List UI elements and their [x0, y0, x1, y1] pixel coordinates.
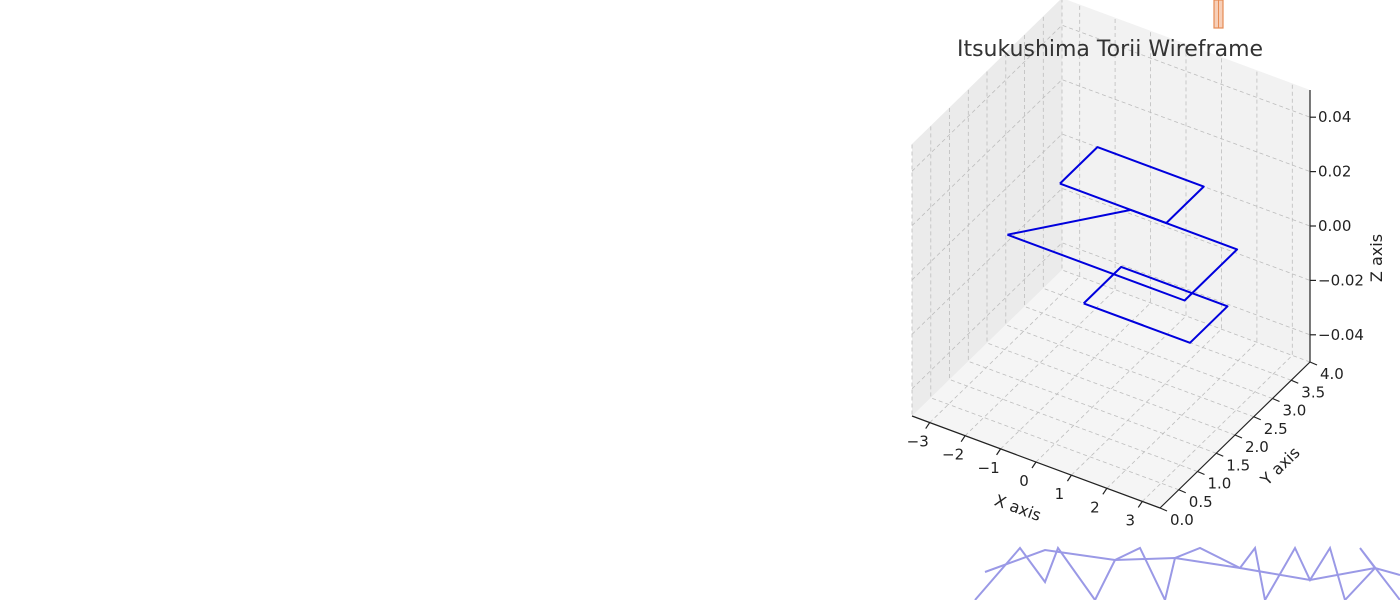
y-tick-label-6: 3.0 — [1283, 402, 1307, 420]
x-tick-5 — [1102, 487, 1108, 495]
x-tick-1 — [960, 435, 966, 443]
x-tick-label-1: −2 — [942, 446, 964, 464]
x-tick-label-3: 0 — [1019, 472, 1029, 490]
y-tick-5 — [1253, 416, 1261, 421]
x-tick-6 — [1137, 501, 1143, 508]
y-tick-2 — [1197, 470, 1205, 476]
y-tick-6 — [1272, 397, 1280, 403]
y-tick-8 — [1309, 361, 1318, 366]
x-tick-label-6: 3 — [1126, 511, 1136, 529]
y-tick-label-1: 0.5 — [1189, 493, 1213, 511]
x-axis-label: X axis — [992, 491, 1044, 525]
y-tick-label-2: 1.0 — [1208, 475, 1232, 493]
z-tick-label-4: 0.04 — [1318, 108, 1351, 126]
x-tick-0 — [925, 422, 931, 429]
x-tick-label-5: 2 — [1090, 498, 1100, 516]
axes-3d — [911, 0, 1318, 512]
x-tick-3 — [1031, 461, 1037, 469]
x-tick-label-0: −3 — [907, 433, 929, 451]
y-tick-label-8: 4.0 — [1320, 365, 1344, 383]
z-axis-label: Z axis — [1367, 234, 1386, 282]
y-tick-label-3: 1.5 — [1226, 456, 1250, 474]
z-tick-label-0: −0.04 — [1318, 326, 1364, 344]
chart-title: Itsukushima Torii Wireframe — [957, 37, 1263, 62]
y-tick-7 — [1291, 379, 1299, 384]
y-tick-label-0: 0.0 — [1170, 511, 1194, 529]
x-tick-label-2: −1 — [978, 459, 1000, 477]
y-tick-label-7: 3.5 — [1301, 383, 1325, 401]
x-tick-2 — [996, 448, 1002, 456]
z-tick-label-2: 0.00 — [1318, 217, 1351, 235]
y-tick-label-4: 2.0 — [1245, 438, 1269, 456]
y-tick-1 — [1178, 489, 1186, 494]
x-tick-label-4: 1 — [1055, 485, 1065, 503]
y-tick-0 — [1159, 507, 1168, 512]
y-tick-label-5: 2.5 — [1264, 420, 1288, 438]
chart-canvas: −3 −2 −1 0 1 2 3 0.00.51.01.52.02.53.03.54.0 −0.… — [907, 0, 1400, 600]
z-tick-label-1: −0.02 — [1318, 271, 1364, 289]
z-tick-label-3: 0.02 — [1318, 163, 1351, 181]
decor-lattice-2 — [974, 545, 1400, 600]
x-tick-4 — [1066, 474, 1072, 482]
y-tick-4 — [1234, 434, 1243, 439]
y-tick-3 — [1216, 452, 1224, 457]
